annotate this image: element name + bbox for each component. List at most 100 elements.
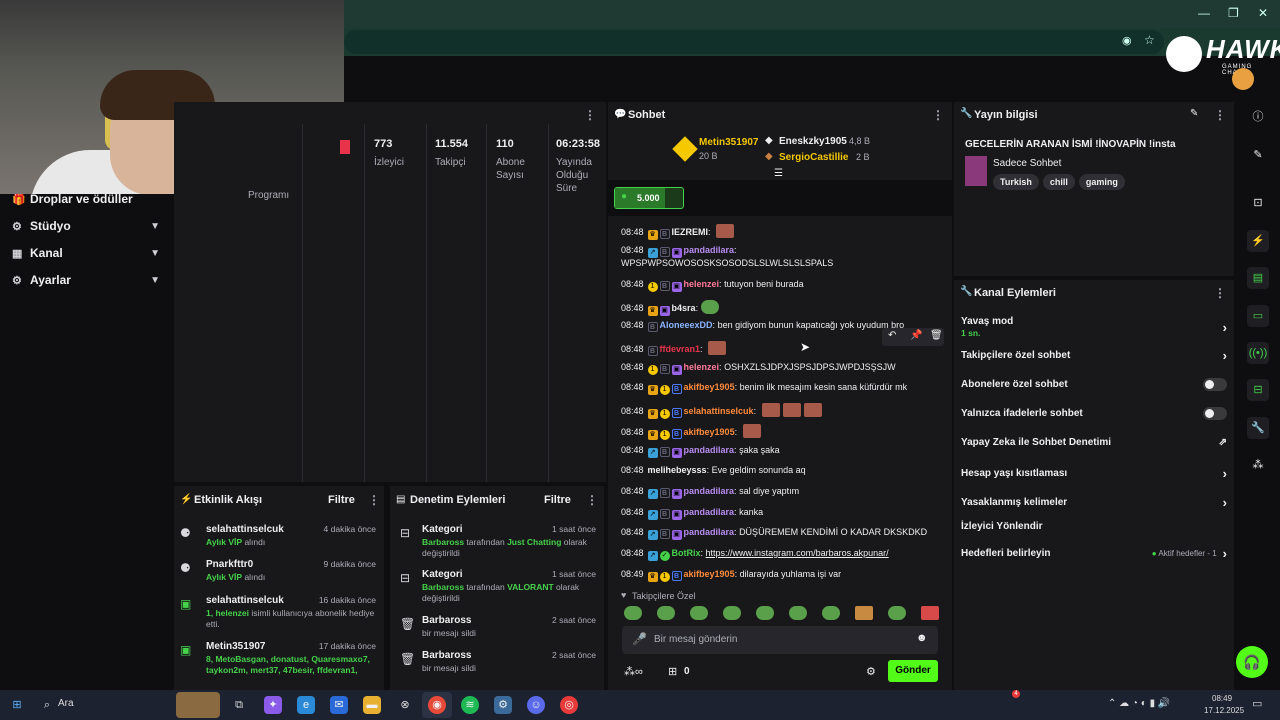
channel-points-bar[interactable]: ● 5.000 xyxy=(614,187,684,209)
chat-message[interactable]: 08:48 ♛ B IEZREMI: xyxy=(621,224,943,240)
settings-icon[interactable]: ⚙ xyxy=(866,665,876,678)
task-view-icon[interactable]: ⧉ xyxy=(230,696,248,714)
copilot-icon[interactable]: ✦ xyxy=(264,696,282,714)
app-icon[interactable]: ◎ xyxy=(560,696,578,714)
message-text[interactable]: https://www.instagram.com/barbaros.akpun… xyxy=(706,548,889,558)
send-button[interactable]: Gönder xyxy=(888,660,938,682)
chat-username[interactable]: pandadilara xyxy=(684,245,735,255)
lightning-icon[interactable]: ⚡ xyxy=(1247,230,1269,252)
points-infinity-icon[interactable]: ⁂∞ xyxy=(624,665,643,678)
more-options-icon[interactable]: ⋮ xyxy=(932,108,944,122)
chat-message[interactable]: 08:48 1 B ▣ helenzei: OSHXZLSJDPXJSPSJDPSJWP… xyxy=(621,362,943,375)
chat-username[interactable]: akifbey1905 xyxy=(684,427,735,437)
chat-username[interactable]: helenzei xyxy=(684,362,720,372)
followers-chat-row[interactable]: Takipçilere özel sohbet › xyxy=(961,348,1227,363)
filter-button[interactable]: Filtre xyxy=(544,494,571,506)
tag[interactable]: Turkish xyxy=(993,174,1039,190)
emote-icon[interactable] xyxy=(855,606,873,620)
chat-message[interactable]: 08:48 ♛ 1 Bselahattinselcuk: xyxy=(621,403,943,419)
tag[interactable]: chill xyxy=(1042,174,1075,190)
emote-only-toggle[interactable] xyxy=(1203,407,1227,420)
emote-icon[interactable] xyxy=(723,606,741,620)
discord-icon[interactable]: ☺ xyxy=(527,696,545,714)
chat-username[interactable]: pandadilara xyxy=(684,507,735,517)
chat-bubble-icon[interactable]: ▭ xyxy=(1247,305,1269,327)
chat-username[interactable]: AloneeexDD xyxy=(660,320,713,330)
microphone-icon[interactable]: 🎤 xyxy=(632,632,647,646)
tag[interactable]: gaming xyxy=(1078,174,1125,190)
edit-icon[interactable]: ✎ xyxy=(1247,144,1269,166)
emoji-icon[interactable]: ☻ xyxy=(916,632,928,644)
banned-words-row[interactable]: Yasaklanmış kelimeler › xyxy=(961,495,1227,510)
viewer-redirect-row[interactable]: İzleyici Yönlendir xyxy=(961,521,1227,532)
chat-message[interactable]: 08:48 ♛ 1 Bakifbey1905: xyxy=(621,424,943,440)
steam-icon[interactable]: ⚙ xyxy=(494,696,512,714)
chat-username[interactable]: pandadilara xyxy=(684,445,735,455)
emote-icon[interactable] xyxy=(789,606,807,620)
more-options-icon[interactable]: ⋮ xyxy=(368,493,380,507)
chat-username[interactable]: ffdevran1 xyxy=(660,344,701,354)
chat-username[interactable]: BotRix xyxy=(672,548,701,558)
chat-message[interactable]: 08:48 ↗ ✓ BotRix: https://www.instagram.com… xyxy=(621,548,943,561)
more-options-icon[interactable]: ⋮ xyxy=(1214,108,1226,122)
more-options-icon[interactable]: ⋮ xyxy=(1214,286,1226,300)
collapse-icon[interactable]: ☰ xyxy=(774,168,783,179)
eye-off-icon[interactable]: ◉ xyxy=(1122,34,1132,47)
edge-icon[interactable]: e xyxy=(297,696,315,714)
more-options-icon[interactable]: ⋮ xyxy=(584,108,596,122)
support-icon[interactable]: 🎧 xyxy=(1236,646,1268,678)
screenshot-icon[interactable]: ⊡ xyxy=(1247,192,1269,214)
nav-studio[interactable]: ⚙ Stüdyo ▼ xyxy=(12,215,160,237)
emote-icon[interactable] xyxy=(888,606,906,620)
chrome-icon[interactable]: ◉ xyxy=(428,696,446,714)
chat-message[interactable]: 08:48 ↗ B ▣ pandadilara: şaka şaka xyxy=(621,445,943,458)
notification-icon[interactable]: ▭ xyxy=(1252,697,1262,710)
widget-thumbnail[interactable] xyxy=(176,692,220,718)
chat-message[interactable]: 08:48 ♛ 1 Bakifbey1905: benim ilk mesajım k… xyxy=(621,382,943,395)
outlook-icon[interactable]: ✉ xyxy=(330,696,348,714)
chat-username[interactable]: IEZREMI xyxy=(672,227,709,237)
set-goals-row[interactable]: Hedefleri belirleyin ● Aktif hedefler - … xyxy=(961,546,1227,561)
broadcast-icon[interactable]: ((•)) xyxy=(1247,342,1269,364)
subscribers-chat-toggle[interactable] xyxy=(1203,378,1227,391)
emote-icon[interactable] xyxy=(657,606,675,620)
chat-username[interactable]: selahattinselcuk xyxy=(684,406,754,416)
chat-username[interactable]: akifbey1905 xyxy=(684,569,735,579)
wrench-icon[interactable]: 🔧 xyxy=(1247,417,1269,439)
chat-input[interactable]: 🎤 Bir mesaj gönderin ☻ xyxy=(622,626,938,654)
pin-icon[interactable]: 📌 xyxy=(910,330,922,341)
avatar[interactable] xyxy=(1232,68,1254,90)
chat-message[interactable]: 08:48 ↗ B ▣ pandadilara: DÜŞÜREMEM KENDİMİ O… xyxy=(621,527,943,540)
emote-icon[interactable] xyxy=(822,606,840,620)
ai-moderation-row[interactable]: Yapay Zeka ile Sohbet Denetimi ⇗ xyxy=(961,437,1227,448)
search-icon[interactable]: ⌕ xyxy=(38,696,56,714)
info-icon[interactable]: ⓘ xyxy=(1247,106,1269,128)
chat-message[interactable]: 08:49 ♛ 1 Bakifbey1905: dilarayıda yuhlama … xyxy=(621,569,943,582)
emote-icon[interactable] xyxy=(690,606,708,620)
document-icon[interactable]: ▤ xyxy=(1247,267,1269,289)
moderation-icon[interactable]: ⊟ xyxy=(1247,379,1269,401)
chat-message[interactable]: 08:48 ♛ ▣ b4sra: xyxy=(621,300,943,316)
chat-message[interactable]: 08:48 1 B ▣ helenzei: tutuyon beni burada xyxy=(621,279,943,292)
chat-username[interactable]: pandadilara xyxy=(684,527,735,537)
emote-icon[interactable] xyxy=(624,606,642,620)
tray-icons[interactable]: ⌃ ☁ ◔ ◐ ▮ 🔊 xyxy=(1108,698,1170,709)
xbox-icon[interactable]: ⊗ xyxy=(396,696,414,714)
gift-icon[interactable]: ⊞ xyxy=(668,665,677,678)
chat-username[interactable]: melihebeysss xyxy=(648,465,707,475)
folder-icon[interactable]: ▬ xyxy=(363,696,381,714)
chat-message[interactable]: 08:48 ↗ B ▣ pandadilara: sal diye yaptım xyxy=(621,486,943,499)
close-icon[interactable]: ✕ xyxy=(1258,6,1268,20)
slow-mode-row[interactable]: Yavaş mod 1 sn. › xyxy=(961,316,1227,338)
more-options-icon[interactable]: ⋮ xyxy=(586,493,598,507)
chat-message[interactable]: 08:48 ↗ B ▣ pandadilara: WPSPWPSOWOSOSKSOSOD… xyxy=(621,245,943,269)
chat-username[interactable]: helenzei xyxy=(684,279,720,289)
minimize-icon[interactable]: — xyxy=(1198,6,1210,20)
emote-icon[interactable] xyxy=(921,606,939,620)
edit-icon[interactable]: ✎ xyxy=(1190,108,1198,119)
spotify-icon[interactable]: ≋ xyxy=(461,696,479,714)
windows-start-icon[interactable]: ⊞ xyxy=(8,696,26,714)
address-input[interactable]: ◉ ☆ xyxy=(344,30,1164,54)
chat-username[interactable]: pandadilara xyxy=(684,486,735,496)
star-icon[interactable]: ☆ xyxy=(1144,33,1155,47)
